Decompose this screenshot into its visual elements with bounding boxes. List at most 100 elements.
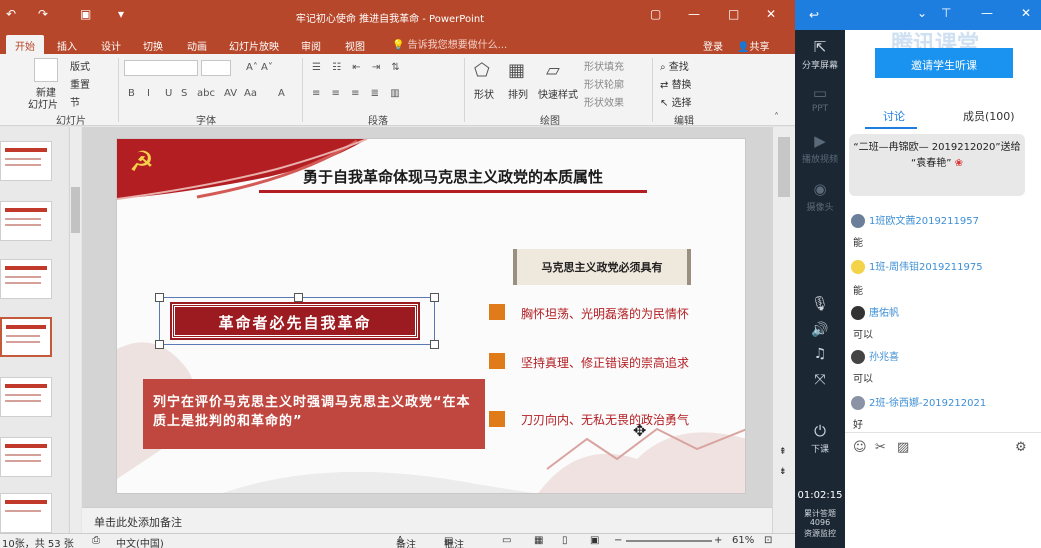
maximize-icon[interactable]: □	[728, 7, 739, 21]
align-icons[interactable]: ≡ ≡ ≡ ≣ ▥	[312, 88, 404, 99]
font-grow-icon[interactable]: A˄ A˅	[246, 62, 273, 73]
back-icon[interactable]: ↩	[809, 8, 819, 22]
font-name-input[interactable]	[124, 60, 198, 76]
resize-handle[interactable]	[155, 293, 164, 302]
find-button[interactable]: ⌕ 查找	[660, 58, 689, 73]
collapse-ribbon-icon[interactable]: ˄	[774, 112, 779, 123]
reading-view-icon[interactable]: ▯	[562, 535, 568, 546]
reset-button[interactable]: 重置	[70, 76, 90, 91]
slide-title[interactable]: 勇于自我革命体现马克思主义政党的本质属性	[259, 159, 647, 193]
italic-button[interactable]: I	[147, 88, 150, 99]
tab-transitions[interactable]: 切换	[134, 35, 172, 54]
chat-username[interactable]: 孙兆喜	[869, 352, 899, 363]
spacing-button[interactable]: AV	[224, 88, 237, 99]
invite-students-button[interactable]: 邀请学生听课	[875, 48, 1013, 78]
slide-thumbnail[interactable]	[0, 493, 52, 533]
thumbnail-scrollbar[interactable]	[69, 127, 81, 533]
microphone-icon[interactable]: 🎙	[795, 296, 845, 312]
chevron-down-icon[interactable]: ⌄	[917, 6, 927, 20]
new-slide-icon[interactable]	[34, 58, 58, 82]
share-button[interactable]: 👤共享	[728, 35, 778, 54]
slide-thumbnail[interactable]	[0, 141, 52, 181]
shadow-button[interactable]: S	[181, 88, 187, 99]
notes-pane[interactable]: 单击此处添加备注	[82, 507, 772, 533]
underline-button[interactable]: U	[165, 88, 172, 99]
quick-styles-button[interactable]: 快速样式	[538, 86, 578, 101]
tab-review[interactable]: 审阅	[292, 35, 330, 54]
scroll-thumb[interactable]	[71, 187, 80, 233]
arrange-button[interactable]: 排列	[508, 86, 528, 101]
shapes-icon[interactable]: ⬠	[474, 60, 490, 81]
slide-thumbnail[interactable]	[0, 259, 52, 299]
scissors-icon[interactable]: ✂	[875, 440, 886, 455]
tab-view[interactable]: 视图	[336, 35, 374, 54]
arrange-icon[interactable]: ▦	[508, 60, 525, 81]
emoji-icon[interactable]: ☺	[853, 440, 867, 455]
next-slide-icon[interactable]: ⇟	[779, 467, 787, 477]
list-icons[interactable]: ☰ ☷ ⇤ ⇥ ⇅	[312, 62, 404, 73]
slide-thumbnail[interactable]	[0, 201, 52, 241]
tab-animations[interactable]: 动画	[178, 35, 216, 54]
resize-handle[interactable]	[430, 293, 439, 302]
vertical-scrollbar[interactable]: ⇞ ⇟	[772, 127, 795, 533]
play-video-button[interactable]: ▶ 播放视频	[795, 132, 845, 165]
sorter-view-icon[interactable]: ▦	[534, 535, 543, 546]
case-button[interactable]: Aa	[244, 88, 257, 99]
zoom-out-icon[interactable]: −	[614, 535, 622, 546]
chat-username[interactable]: 2班-徐西娜-2019212021	[869, 398, 986, 409]
layout-button[interactable]: 版式	[70, 58, 90, 73]
ppt-button[interactable]: ▭ PPT	[795, 84, 845, 114]
shapes-button[interactable]: 形状	[474, 86, 494, 101]
image-icon[interactable]: ▨	[897, 440, 909, 455]
undo-icon[interactable]: ↶	[6, 7, 16, 21]
strike-button[interactable]: abc	[197, 88, 215, 99]
shape-outline-button[interactable]: 形状轮廓	[584, 76, 624, 91]
replace-button[interactable]: ⇄ 替换	[660, 76, 692, 91]
login-button[interactable]: 登录	[694, 35, 732, 54]
zoom-slider[interactable]	[626, 540, 712, 542]
font-color-button[interactable]: A	[278, 88, 285, 99]
share-screen-button[interactable]: ⇱ 分享屏幕	[795, 38, 845, 71]
bold-button[interactable]: B	[128, 88, 135, 99]
redo-icon[interactable]: ↷	[38, 7, 48, 21]
slide-thumbnail[interactable]	[0, 377, 52, 417]
slide-dropdown[interactable]: 幻灯片	[28, 96, 58, 111]
resize-handle[interactable]	[155, 340, 164, 349]
selected-textbox[interactable]: 革命者必先自我革命	[155, 293, 439, 349]
expand-icon[interactable]: ⤧	[795, 372, 845, 388]
slide-thumbnail[interactable]	[0, 437, 52, 477]
minimize-icon[interactable]: —	[981, 6, 993, 20]
camera-button[interactable]: ◉ 摄像头	[795, 180, 845, 213]
thumbnail-pane[interactable]	[0, 127, 68, 533]
close-icon[interactable]: ✕	[766, 7, 776, 21]
chat-username[interactable]: 1班-周伟钼2019211975	[869, 262, 983, 273]
section-button[interactable]: 节	[70, 94, 80, 109]
shape-fill-button[interactable]: 形状填充	[584, 58, 624, 73]
tab-design[interactable]: 设计	[92, 35, 130, 54]
speaker-icon[interactable]: 🔊	[795, 322, 845, 338]
chat-username[interactable]: 1班欧文茜2019211957	[869, 216, 979, 227]
chat-username[interactable]: 唐佑帆	[869, 308, 899, 319]
tell-me-box[interactable]: 💡 告诉我您想要做什么...	[392, 36, 507, 51]
music-icon[interactable]: ♫	[795, 346, 845, 362]
end-class-button[interactable]: ⏻ 下课	[795, 422, 845, 455]
language[interactable]: 中文(中国)	[116, 535, 164, 548]
tab-insert[interactable]: 插入	[48, 35, 86, 54]
slideshow-icon[interactable]: ▣	[590, 535, 599, 546]
zoom-in-icon[interactable]: +	[714, 535, 722, 546]
lenin-quote-box[interactable]: 列宁在评价马克思主义时强调马克思主义政党“在本质上是批判的和革命的”	[143, 379, 485, 449]
normal-view-icon[interactable]: ▭	[502, 535, 511, 546]
resource-monitor-link[interactable]: 资源监控	[795, 528, 845, 539]
ribbon-display-icon[interactable]: ▢	[650, 7, 661, 21]
font-size-input[interactable]	[201, 60, 231, 76]
select-button[interactable]: ↖ 选择	[660, 94, 692, 109]
spellcheck-icon[interactable]: ⎙	[92, 535, 100, 546]
point-1[interactable]: 胸怀坦荡、光明磊落的为民情怀	[521, 305, 689, 322]
gear-icon[interactable]: ⚙	[1015, 440, 1027, 455]
zoom-level[interactable]: 61%	[732, 535, 754, 546]
scroll-banner[interactable]: 马克思主义政党必须具有	[513, 249, 691, 285]
resize-handle[interactable]	[294, 293, 303, 302]
prev-slide-icon[interactable]: ⇞	[779, 447, 787, 457]
slide-canvas[interactable]: ☭ 勇于自我革命体现马克思主义政党的本质属性 马克思主义政党必须具有 革命者必先…	[116, 138, 746, 494]
customize-qa-icon[interactable]: ▾	[118, 7, 124, 21]
